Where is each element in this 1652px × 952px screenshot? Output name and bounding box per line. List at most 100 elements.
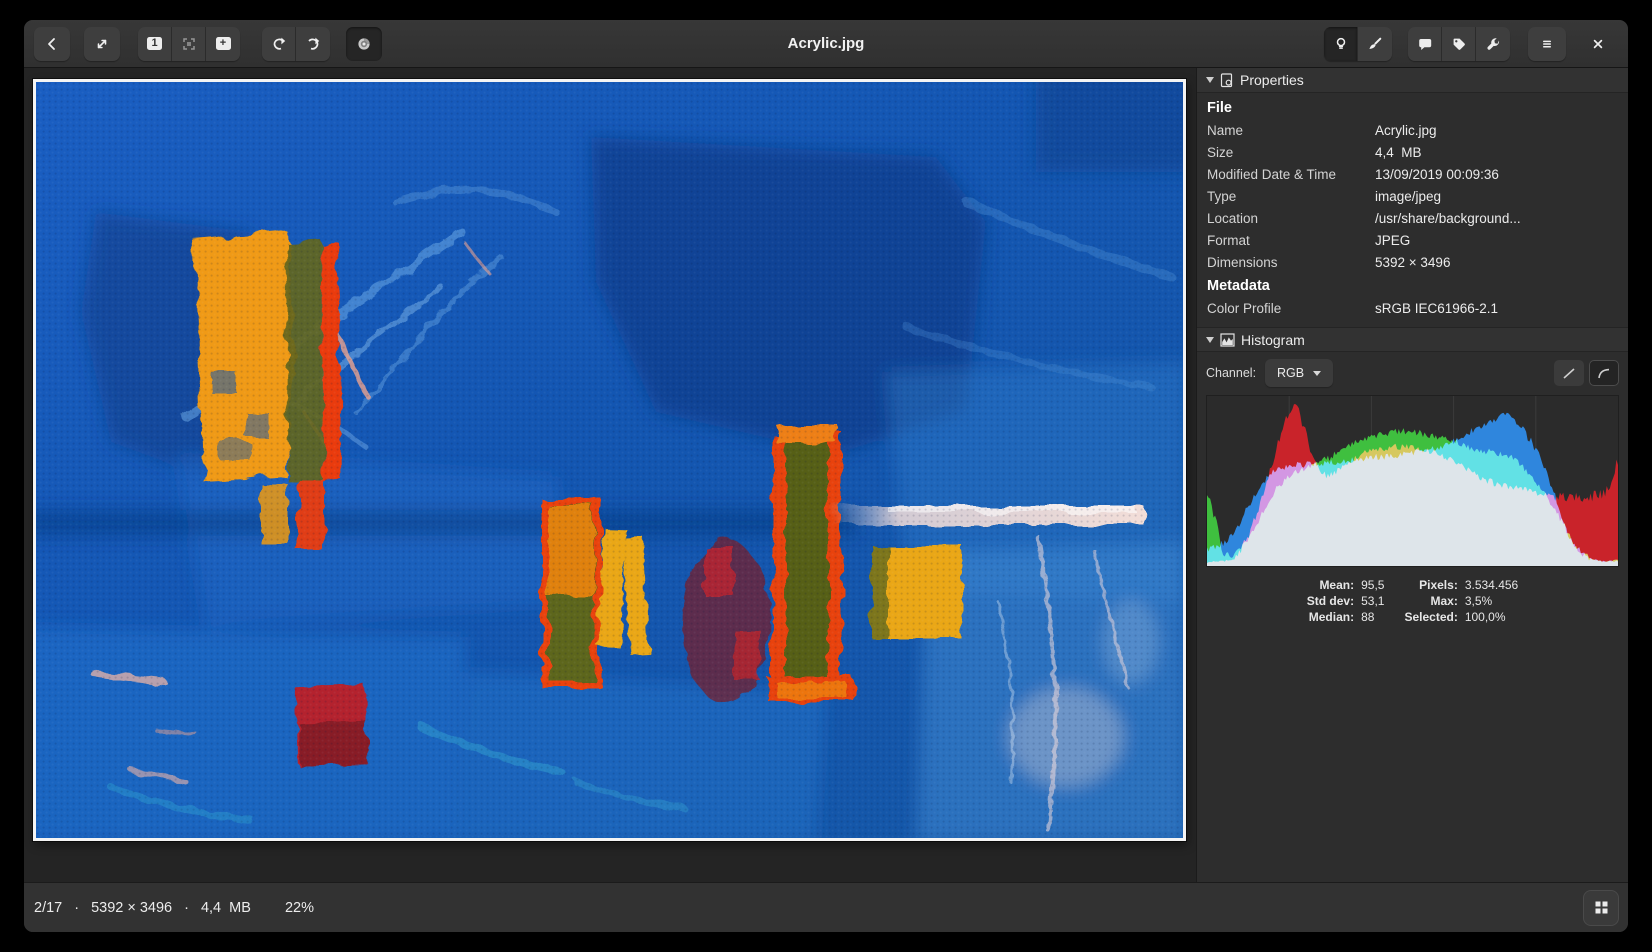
property-row: FormatJPEG — [1207, 229, 1618, 251]
property-label: Color Profile — [1207, 301, 1375, 316]
comment-button[interactable] — [1408, 27, 1442, 61]
property-label: Dimensions — [1207, 255, 1375, 270]
histogram-stats: Mean: 95,5 Std dev: 53,1 Median: 88 Pixels: 3.… — [1197, 575, 1628, 627]
expander-arrow-icon — [1206, 77, 1214, 83]
properties-expander[interactable]: Properties — [1197, 68, 1628, 93]
zoom-in-button[interactable]: + — [206, 27, 240, 61]
stat-value: 3.534.456 — [1465, 578, 1518, 592]
expander-arrow-icon — [1206, 337, 1214, 343]
close-button[interactable] — [1580, 27, 1616, 61]
zoom-fit-button[interactable] — [172, 27, 206, 61]
property-label: Format — [1207, 233, 1375, 248]
zoom-button-group: 1 + — [138, 27, 240, 61]
stat-value: 100,0% — [1465, 610, 1518, 624]
stat-label: Median: — [1307, 610, 1354, 624]
property-row: Dimensions5392 × 3496 — [1207, 251, 1618, 273]
headerbar: 1 + — [24, 20, 1628, 68]
properties-table: FileNameAcrylic.jpgSize4,4 MBModified Da… — [1197, 93, 1628, 325]
property-value: Acrylic.jpg — [1375, 123, 1618, 138]
property-row: Typeimage/jpeg — [1207, 185, 1618, 207]
stat-value: 88 — [1361, 610, 1384, 624]
close-icon — [1590, 36, 1606, 52]
histogram-chart — [1206, 395, 1619, 567]
property-label: Location — [1207, 211, 1375, 226]
log-scale-icon — [1596, 366, 1612, 381]
expand-icon — [94, 36, 110, 52]
stat-value: 53,1 — [1361, 594, 1384, 608]
stats-column-left: Mean: 95,5 Std dev: 53,1 Median: 88 — [1307, 578, 1385, 624]
property-label: Size — [1207, 145, 1375, 160]
metadata-button-group — [1408, 27, 1510, 61]
linear-scale-button[interactable] — [1554, 360, 1584, 386]
rotate-left-icon — [271, 36, 287, 52]
menu-button[interactable] — [1528, 27, 1566, 61]
rotate-right-button[interactable] — [296, 27, 330, 61]
zoom-fit-icon — [181, 36, 197, 52]
painting-image — [36, 82, 1183, 838]
browser-view-button[interactable] — [1584, 891, 1618, 925]
rotate-left-button[interactable] — [262, 27, 296, 61]
zoom-original-button[interactable]: 1 — [138, 27, 172, 61]
adjust-colors-button[interactable] — [346, 27, 382, 61]
property-value: JPEG — [1375, 233, 1618, 248]
sidebar: Properties FileNameAcrylic.jpgSize4,4 MB… — [1196, 68, 1628, 882]
separator-dot: · — [184, 900, 189, 916]
wrench-icon — [1485, 36, 1501, 52]
property-row: Color ProfilesRGB IEC61966-2.1 — [1207, 297, 1618, 319]
histogram-controls: Channel: RGB — [1197, 352, 1628, 392]
zoom-level: 22% — [285, 900, 314, 916]
stats-column-right: Pixels:3.534.456Max:3,5%Selected:100,0% — [1404, 578, 1518, 624]
properties-icon — [1220, 73, 1234, 88]
histogram-plot — [1207, 396, 1618, 566]
image-frame — [33, 79, 1186, 841]
file-size: 4,4 MB — [201, 900, 251, 916]
section-heading: Metadata — [1207, 273, 1618, 297]
stat-value: 95,5 — [1361, 578, 1384, 592]
stat-label: Mean: — [1307, 578, 1354, 592]
property-value: image/jpeg — [1375, 189, 1618, 204]
property-value: 4,4 MB — [1375, 145, 1618, 160]
fullscreen-button[interactable] — [84, 27, 120, 61]
brush-icon — [1367, 36, 1383, 52]
log-scale-button[interactable] — [1589, 360, 1619, 386]
property-row: Location/usr/share/background... — [1207, 207, 1618, 229]
tools-button[interactable] — [1476, 27, 1510, 61]
channel-dropdown[interactable]: RGB — [1265, 359, 1333, 387]
stat-label: Pixels: — [1404, 578, 1457, 592]
color-disc-icon — [356, 36, 372, 52]
linear-scale-icon — [1561, 366, 1577, 381]
image-viewer — [24, 68, 1196, 882]
edit-tools-button[interactable] — [1358, 27, 1392, 61]
histogram-title: Histogram — [1241, 332, 1305, 348]
statusbar: 2/17 · 5392 × 3496 · 4,4 MB 22% — [24, 882, 1628, 932]
window-title: Acrylic.jpg — [788, 35, 865, 52]
lightbulb-toggle-button[interactable] — [1324, 27, 1358, 61]
grid-icon — [1593, 899, 1610, 916]
stat-label: Std dev: — [1307, 594, 1354, 608]
stat-value: 3,5% — [1465, 594, 1518, 608]
comment-icon — [1417, 36, 1433, 52]
tag-icon — [1451, 36, 1467, 52]
zoom-in-icon: + — [216, 37, 231, 50]
view-mode-group — [1324, 27, 1392, 61]
section-heading: File — [1207, 95, 1618, 119]
property-value: sRGB IEC61966-2.1 — [1375, 301, 1618, 316]
channel-label: Channel: — [1206, 366, 1256, 380]
property-value: 13/09/2019 00:09:36 — [1375, 167, 1618, 182]
stat-label: Selected: — [1404, 610, 1457, 624]
zoom-100-icon: 1 — [147, 37, 162, 50]
property-row: Size4,4 MB — [1207, 141, 1618, 163]
histogram-expander[interactable]: Histogram — [1197, 327, 1628, 352]
back-button[interactable] — [34, 27, 70, 61]
histogram-icon — [1220, 333, 1235, 347]
property-row: NameAcrylic.jpg — [1207, 119, 1618, 141]
rotate-button-group — [262, 27, 330, 61]
channel-value: RGB — [1277, 366, 1304, 380]
property-row: Modified Date & Time13/09/2019 00:09:36 — [1207, 163, 1618, 185]
property-value: /usr/share/background... — [1375, 211, 1618, 226]
chevron-down-icon — [1313, 371, 1321, 376]
tags-button[interactable] — [1442, 27, 1476, 61]
lightbulb-icon — [1333, 36, 1349, 52]
property-label: Type — [1207, 189, 1375, 204]
property-label: Modified Date & Time — [1207, 167, 1375, 182]
